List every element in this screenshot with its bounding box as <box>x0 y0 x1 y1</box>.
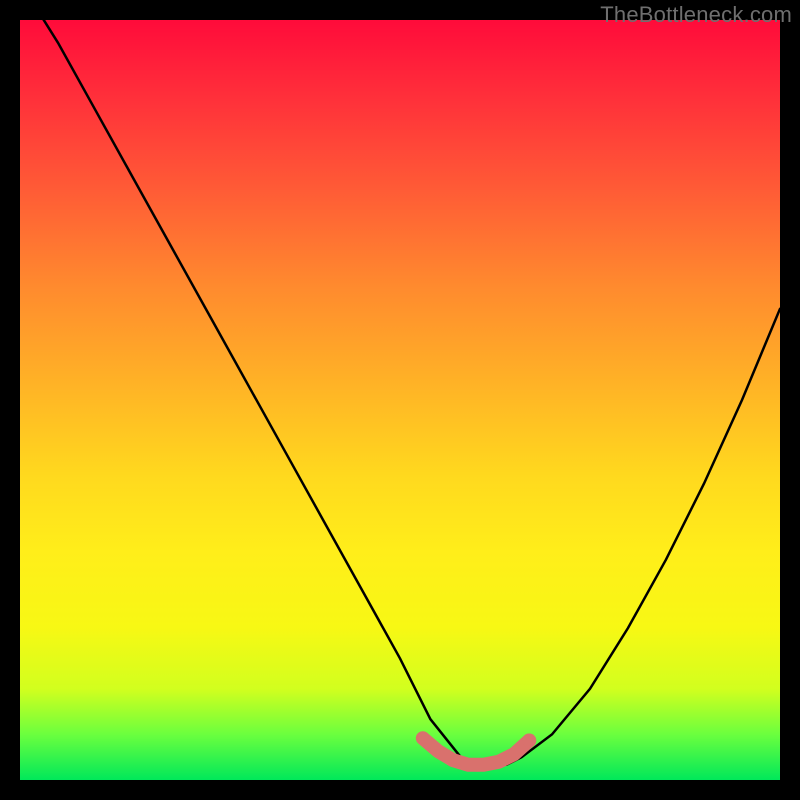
attribution-text: TheBottleneck.com <box>600 2 792 28</box>
chart-plot-area <box>20 20 780 780</box>
marker-end-dot <box>522 734 536 748</box>
optimal-range-marker <box>423 738 529 765</box>
chart-stage: TheBottleneck.com <box>0 0 800 800</box>
chart-svg <box>20 20 780 780</box>
bottleneck-curve <box>20 0 780 765</box>
